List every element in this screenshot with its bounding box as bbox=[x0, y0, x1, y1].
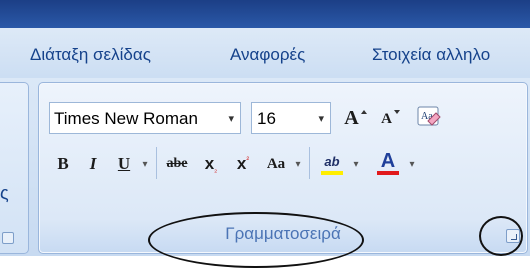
bold-button[interactable]: B bbox=[49, 149, 77, 179]
annotation-ellipse-group-label bbox=[148, 212, 364, 268]
bold-icon: B bbox=[57, 154, 69, 173]
superscript-icon: x bbox=[236, 154, 247, 173]
clear-formatting-icon: Aa bbox=[417, 106, 441, 126]
chevron-down-icon: ▾ bbox=[142, 158, 148, 170]
underline-icon: U bbox=[117, 154, 131, 173]
font-color-bar bbox=[377, 171, 399, 175]
underline-button[interactable]: U bbox=[111, 149, 137, 179]
italic-button[interactable]: I bbox=[79, 149, 107, 179]
highlight-color-bar bbox=[321, 171, 343, 175]
change-case-dropdown[interactable]: ▾ bbox=[291, 149, 305, 179]
tab-page-layout[interactable]: Διάταξη σελίδας bbox=[30, 45, 151, 65]
clear-formatting-button[interactable]: Aa bbox=[411, 103, 445, 133]
font-color-dropdown[interactable]: ▾ bbox=[405, 149, 419, 179]
shrink-font-button[interactable]: A bbox=[375, 103, 407, 133]
highlighter-icon: ab bbox=[324, 153, 340, 169]
annotation-ellipse-launcher bbox=[479, 216, 523, 256]
grow-font-button[interactable]: A bbox=[339, 103, 373, 133]
italic-icon: I bbox=[89, 154, 97, 173]
font-size-value: 16 bbox=[257, 109, 276, 128]
underline-dropdown[interactable]: ▾ bbox=[137, 149, 153, 179]
chevron-down-icon: ▾ bbox=[409, 158, 415, 170]
font-size-combobox[interactable]: 16 ▾ bbox=[251, 102, 331, 134]
subscript-icon: x bbox=[204, 154, 215, 173]
text-highlight-button[interactable]: ab bbox=[315, 149, 349, 179]
font-color-icon: A bbox=[380, 149, 396, 172]
chevron-down-icon: ▾ bbox=[295, 158, 301, 170]
font-name-value: Times New Roman bbox=[54, 109, 198, 128]
grow-font-icon: A bbox=[344, 106, 359, 129]
change-case-button[interactable]: Aa bbox=[261, 149, 291, 179]
window-title-bar bbox=[0, 0, 530, 28]
strikethrough-icon: abe bbox=[166, 156, 188, 171]
subscript-button[interactable]: x ₂ bbox=[197, 149, 225, 179]
font-name-combobox[interactable]: Times New Roman ▾ bbox=[49, 102, 241, 134]
superscript-button[interactable]: x ² bbox=[229, 149, 257, 179]
chevron-down-icon: ▾ bbox=[353, 158, 359, 170]
shrink-font-icon: A bbox=[381, 111, 392, 127]
change-case-icon: Aa bbox=[266, 155, 286, 172]
chevron-down-icon[interactable]: ▾ bbox=[318, 112, 324, 125]
tab-mailings[interactable]: Στοιχεία αλληλο bbox=[372, 45, 490, 65]
shrink-font-caret-icon bbox=[393, 110, 400, 114]
separator bbox=[309, 147, 310, 179]
font-color-button[interactable]: A bbox=[371, 149, 405, 179]
chevron-down-icon[interactable]: ▾ bbox=[228, 112, 234, 125]
previous-group-label: ς bbox=[0, 183, 9, 203]
strikethrough-button[interactable]: abe bbox=[161, 149, 193, 179]
tab-references[interactable]: Αναφορές bbox=[230, 45, 305, 65]
text-highlight-dropdown[interactable]: ▾ bbox=[349, 149, 363, 179]
previous-group-launcher-icon[interactable] bbox=[2, 232, 14, 244]
separator bbox=[156, 147, 157, 179]
grow-font-caret-icon bbox=[360, 110, 367, 114]
previous-group: ς bbox=[0, 82, 29, 254]
